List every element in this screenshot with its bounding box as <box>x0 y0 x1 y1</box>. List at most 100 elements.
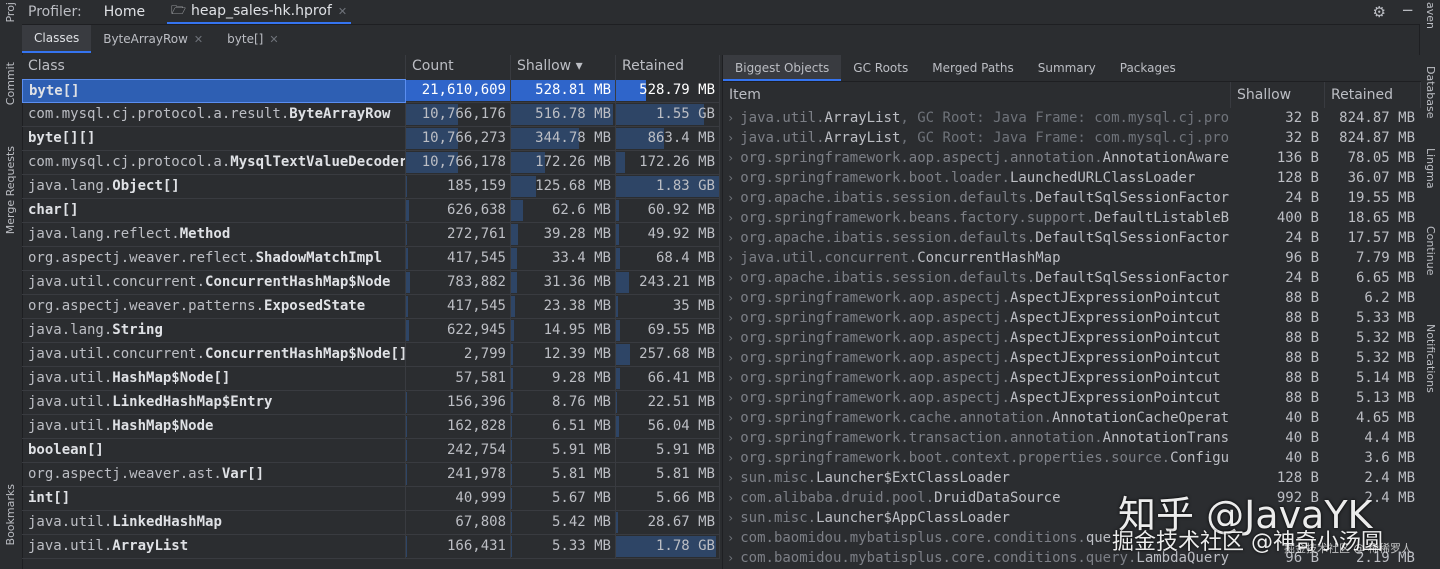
lingma-tool-label[interactable]: Lingma <box>1424 148 1437 189</box>
maven-tool-label[interactable]: aven <box>1424 2 1437 29</box>
chevron-right-icon[interactable]: › <box>727 171 734 185</box>
count-cell: 10,766,178 <box>406 151 511 175</box>
close-icon[interactable]: ✕ <box>269 33 278 46</box>
list-item[interactable]: › org.apache.ibatis.session.defaults.Defa… <box>723 268 1421 288</box>
list-item[interactable]: › org.springframework.boot.context.proper… <box>723 448 1421 468</box>
tab-classes[interactable]: Classes <box>22 25 92 53</box>
chevron-right-icon[interactable]: › <box>727 531 734 545</box>
commit-tool-label[interactable]: Commit <box>4 62 17 105</box>
list-item[interactable]: › org.springframework.aop.aspectj.AspectJ… <box>723 308 1421 328</box>
table-row[interactable]: org.aspectj.weaver.reflect.ShadowMatchIm… <box>22 247 720 271</box>
chevron-right-icon[interactable]: › <box>727 551 734 565</box>
tab-byte-array[interactable]: byte[] ✕ <box>215 25 290 53</box>
column-header-class[interactable]: Class <box>22 55 406 79</box>
tab-gc-roots[interactable]: GC Roots <box>841 55 920 81</box>
table-row[interactable]: java.util.HashMap$Node[] 57,581 9.28 MB 66.… <box>22 367 720 391</box>
chevron-right-icon[interactable]: › <box>727 151 734 165</box>
list-item[interactable]: › java.util.ArrayList, GC Root: Java Fram… <box>723 108 1421 128</box>
merge-requests-tool-label[interactable]: Merge Requests <box>4 146 17 234</box>
right-tool-strip: aven Database Lingma Continue Notificati… <box>1419 0 1440 569</box>
table-row[interactable]: java.util.LinkedHashMap$Entry 156,396 8.76… <box>22 391 720 415</box>
table-row[interactable]: com.mysql.cj.protocol.a.MysqlTextValueDe… <box>22 151 720 175</box>
table-row[interactable]: int[] 40,999 5.67 MB 5.66 MB <box>22 487 720 511</box>
project-tool-label[interactable]: Proj <box>4 2 17 23</box>
column-header-shallow[interactable]: Shallow <box>1231 82 1325 108</box>
table-row[interactable]: java.lang.String 622,945 14.95 MB 69.55 MB <box>22 319 720 343</box>
column-header-retained[interactable]: Retained <box>616 55 720 79</box>
retained-value: 824.87 MB <box>1339 110 1415 126</box>
chevron-right-icon[interactable]: › <box>727 331 734 345</box>
chevron-right-icon[interactable]: › <box>727 391 734 405</box>
list-item[interactable]: › org.springframework.boot.loader.Launche… <box>723 168 1421 188</box>
count-bar <box>406 224 408 245</box>
list-item[interactable]: › java.util.ArrayList, GC Root: Java Fram… <box>723 128 1421 148</box>
chevron-right-icon[interactable]: › <box>727 491 734 505</box>
list-item[interactable]: › org.springframework.aop.aspectj.AspectJ… <box>723 328 1421 348</box>
tab-summary[interactable]: Summary <box>1026 55 1108 81</box>
table-row[interactable]: char[] 626,638 62.6 MB 60.92 MB <box>22 199 720 223</box>
table-row[interactable]: byte[] 21,610,609 528.81 MB 528.79 MB <box>22 79 720 103</box>
table-row[interactable]: java.lang.Object[] 185,159 125.68 MB 1.83 G… <box>22 175 720 199</box>
table-row[interactable]: org.aspectj.weaver.patterns.ExposedState… <box>22 295 720 319</box>
list-item[interactable]: › org.apache.ibatis.session.defaults.Defa… <box>723 188 1421 208</box>
close-icon[interactable]: ✕ <box>194 33 203 46</box>
class-name-cell: com.mysql.cj.protocol.a.result.ByteArray… <box>22 103 406 127</box>
list-item[interactable]: › org.springframework.aop.aspectj.AspectJ… <box>723 388 1421 408</box>
chevron-right-icon[interactable]: › <box>727 271 734 285</box>
list-item[interactable]: › org.springframework.aop.aspectj.AspectJ… <box>723 368 1421 388</box>
chevron-right-icon[interactable]: › <box>727 291 734 305</box>
list-item[interactable]: › org.springframework.aop.aspectj.AspectJ… <box>723 288 1421 308</box>
chevron-right-icon[interactable]: › <box>727 371 734 385</box>
bookmarks-tool-label[interactable]: Bookmarks <box>4 484 17 545</box>
tab-packages[interactable]: Packages <box>1108 55 1188 81</box>
minimize-icon[interactable]: − <box>1401 1 1414 19</box>
chevron-right-icon[interactable]: › <box>727 351 734 365</box>
list-item[interactable]: › org.apache.ibatis.session.defaults.Defa… <box>723 228 1421 248</box>
table-row[interactable]: org.aspectj.weaver.ast.Var[] 241,978 5.81 … <box>22 463 720 487</box>
gear-icon[interactable]: ⚙ <box>1373 3 1386 21</box>
list-item[interactable]: › org.springframework.aop.aspectj.annotat… <box>723 148 1421 168</box>
column-header-item[interactable]: Item <box>723 82 1231 108</box>
table-row[interactable]: byte[][] 10,766,273 344.78 MB 863.4 MB <box>22 127 720 151</box>
chevron-right-icon[interactable]: › <box>727 211 734 225</box>
tab-bytearrayrow[interactable]: ByteArrayRow ✕ <box>91 25 215 53</box>
chevron-right-icon[interactable]: › <box>727 471 734 485</box>
item-pkg: org.apache.ibatis.session.defaults. <box>740 230 1036 246</box>
table-row[interactable]: java.util.LinkedHashMap 67,808 5.42 MB 28.6… <box>22 511 720 535</box>
list-item[interactable]: › org.springframework.aop.aspectj.AspectJ… <box>723 348 1421 368</box>
chevron-right-icon[interactable]: › <box>727 191 734 205</box>
tab-biggest-objects[interactable]: Biggest Objects <box>723 55 842 81</box>
chevron-right-icon[interactable]: › <box>727 231 734 245</box>
retained-value: 5.32 MB <box>1355 330 1415 346</box>
column-header-retained[interactable]: Retained <box>1325 82 1421 108</box>
table-row[interactable]: java.util.concurrent.ConcurrentHashMap$N… <box>22 343 720 367</box>
tab-merged-paths[interactable]: Merged Paths <box>920 55 1026 81</box>
list-item[interactable]: › java.util.concurrent.ConcurrentHashMap 9… <box>723 248 1421 268</box>
table-row[interactable]: java.util.HashMap$Node 162,828 6.51 MB 56.0… <box>22 415 720 439</box>
table-row[interactable]: java.lang.reflect.Method 272,761 39.28 MB 4… <box>22 223 720 247</box>
chevron-right-icon[interactable]: › <box>727 311 734 325</box>
table-row[interactable]: java.util.ArrayList 166,431 5.33 MB 1.78 GB <box>22 535 720 559</box>
table-row[interactable]: com.mysql.cj.protocol.a.result.ByteArray… <box>22 103 720 127</box>
column-header-count[interactable]: Count <box>406 55 511 79</box>
close-icon[interactable]: ✕ <box>338 5 347 18</box>
shallow-bar <box>511 200 524 221</box>
table-row[interactable]: java.util.concurrent.ConcurrentHashMap$N… <box>22 271 720 295</box>
chevron-right-icon[interactable]: › <box>727 511 734 525</box>
list-item[interactable]: › org.springframework.cache.annotation.An… <box>723 408 1421 428</box>
chevron-right-icon[interactable]: › <box>727 451 734 465</box>
list-item[interactable]: › org.springframework.beans.factory.suppo… <box>723 208 1421 228</box>
chevron-right-icon[interactable]: › <box>727 251 734 265</box>
chevron-right-icon[interactable]: › <box>727 411 734 425</box>
chevron-right-icon[interactable]: › <box>727 111 734 125</box>
database-tool-label[interactable]: Database <box>1424 66 1437 119</box>
tab-hprof-file[interactable]: 🗁 heap_sales-hk.hprof ✕ <box>167 0 352 24</box>
table-row[interactable]: boolean[] 242,754 5.91 MB 5.91 MB <box>22 439 720 463</box>
tab-home[interactable]: Home <box>104 4 145 20</box>
notifications-tool-label[interactable]: Notifications <box>1424 324 1437 393</box>
column-header-shallow[interactable]: Shallow ▾ <box>511 55 616 79</box>
list-item[interactable]: › org.springframework.transaction.annotat… <box>723 428 1421 448</box>
continue-tool-label[interactable]: Continue <box>1424 226 1437 275</box>
chevron-right-icon[interactable]: › <box>727 431 734 445</box>
chevron-right-icon[interactable]: › <box>727 131 734 145</box>
